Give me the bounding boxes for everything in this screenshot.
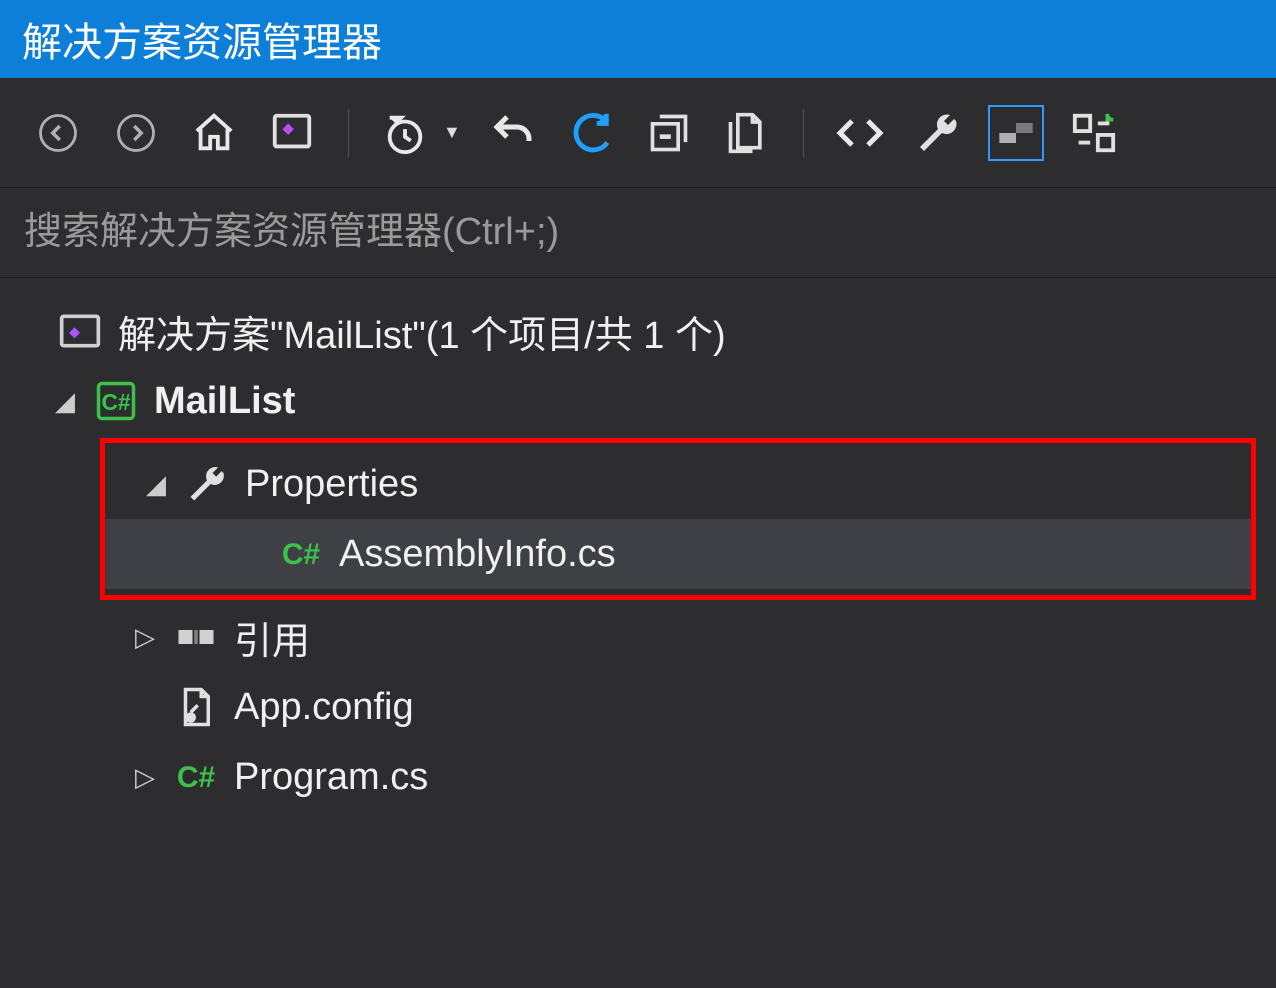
project-node[interactable]: ◢ C# MailList bbox=[0, 366, 1276, 436]
home-button[interactable] bbox=[186, 105, 242, 161]
code-icon bbox=[836, 109, 884, 157]
history-dropdown-caret[interactable]: ▼ bbox=[443, 122, 463, 143]
refresh-icon bbox=[568, 110, 614, 156]
refresh-button[interactable] bbox=[563, 105, 619, 161]
home-icon bbox=[191, 110, 237, 156]
csharp-file-icon: C# bbox=[172, 753, 220, 801]
toolbar-divider-2 bbox=[803, 109, 804, 157]
show-all-icon bbox=[725, 111, 769, 155]
wrench-icon bbox=[183, 460, 231, 508]
references-label: 引用 bbox=[234, 610, 310, 665]
view-code-button[interactable] bbox=[832, 105, 888, 161]
expander-open-icon[interactable]: ◢ bbox=[50, 386, 80, 417]
config-file-icon bbox=[172, 683, 220, 731]
undo-icon bbox=[489, 109, 537, 157]
project-label: MailList bbox=[154, 380, 295, 423]
properties-button[interactable] bbox=[910, 105, 966, 161]
switch-views-icon bbox=[1071, 110, 1117, 156]
new-view-icon bbox=[269, 110, 315, 156]
forward-icon bbox=[115, 112, 157, 154]
program-file-node[interactable]: ▷ C# Program.cs bbox=[0, 742, 1276, 812]
references-icon bbox=[172, 613, 220, 661]
back-icon bbox=[37, 112, 79, 154]
undo-button[interactable] bbox=[485, 105, 541, 161]
switch-views-button[interactable] bbox=[1066, 105, 1122, 161]
program-label: Program.cs bbox=[234, 756, 428, 799]
history-filter-button[interactable] bbox=[377, 105, 433, 161]
new-view-button[interactable] bbox=[264, 105, 320, 161]
solution-icon bbox=[56, 307, 104, 355]
appconfig-label: App.config bbox=[234, 686, 414, 729]
panel-title: 解决方案资源管理器 bbox=[22, 10, 382, 68]
csharp-file-icon: C# bbox=[277, 530, 325, 578]
history-icon bbox=[382, 110, 428, 156]
back-button[interactable] bbox=[30, 105, 86, 161]
assemblyinfo-file-node[interactable]: C# AssemblyInfo.cs bbox=[105, 519, 1251, 589]
solution-explorer-search bbox=[0, 188, 1276, 278]
wrench-icon bbox=[914, 109, 962, 157]
solution-node[interactable]: 解决方案"MailList"(1 个项目/共 1 个) bbox=[0, 296, 1276, 366]
toolbar-divider-1 bbox=[348, 109, 349, 157]
forward-button[interactable] bbox=[108, 105, 164, 161]
solution-label: 解决方案"MailList"(1 个项目/共 1 个) bbox=[118, 304, 726, 359]
expander-closed-icon[interactable]: ▷ bbox=[130, 762, 160, 793]
collapse-all-icon bbox=[647, 111, 691, 155]
solution-explorer-toolbar: ▼ bbox=[0, 78, 1276, 188]
solution-tree: 解决方案"MailList"(1 个项目/共 1 个) ◢ C# MailLis… bbox=[0, 278, 1276, 830]
csharp-project-icon: C# bbox=[92, 377, 140, 425]
annotation-highlight: ◢ Properties C# AssemblyInfo.cs bbox=[100, 438, 1256, 600]
assemblyinfo-label: AssemblyInfo.cs bbox=[339, 533, 616, 576]
svg-text:C#: C# bbox=[177, 761, 216, 794]
expander-open-icon[interactable]: ◢ bbox=[141, 469, 171, 500]
preview-icon bbox=[996, 113, 1036, 153]
expander-closed-icon[interactable]: ▷ bbox=[130, 622, 160, 653]
preview-button[interactable] bbox=[988, 105, 1044, 161]
solution-explorer-titlebar: 解决方案资源管理器 bbox=[0, 0, 1276, 78]
search-input[interactable] bbox=[24, 211, 1252, 254]
properties-folder-label: Properties bbox=[245, 463, 418, 506]
appconfig-file-node[interactable]: ▷ App.config bbox=[0, 672, 1276, 742]
svg-text:C#: C# bbox=[101, 389, 130, 415]
properties-folder-node[interactable]: ◢ Properties bbox=[105, 449, 1251, 519]
references-node[interactable]: ▷ 引用 bbox=[0, 602, 1276, 672]
svg-text:C#: C# bbox=[282, 538, 321, 571]
show-all-files-button[interactable] bbox=[719, 105, 775, 161]
collapse-all-button[interactable] bbox=[641, 105, 697, 161]
